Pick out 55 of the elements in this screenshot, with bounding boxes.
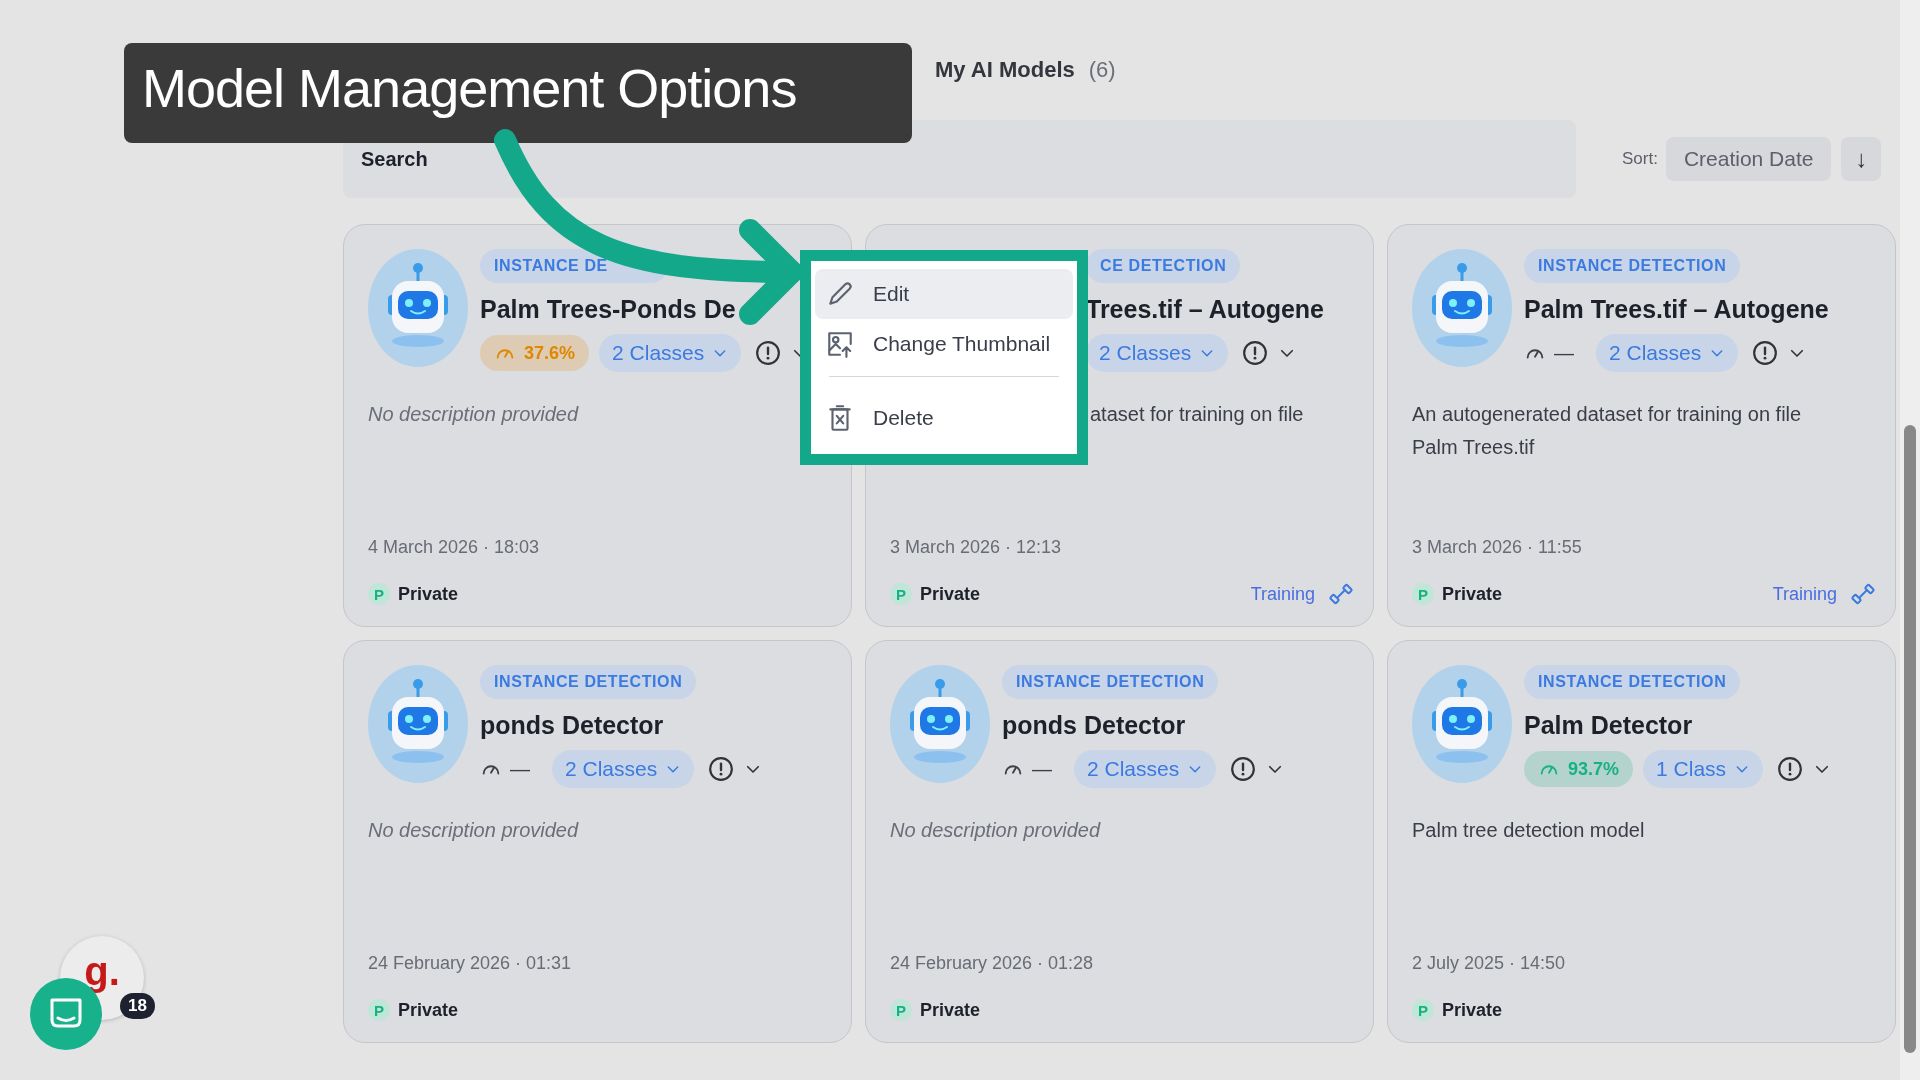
accuracy-value: — — [1032, 757, 1052, 781]
model-type-tag: CE DETECTION — [1086, 249, 1241, 283]
model-card[interactable]: INSTANCE DETECTION ponds Detector — 2 Classes No description provided 24 February 2026 · 01:31 P Private — [343, 640, 852, 1043]
visibility-label: Private — [1442, 999, 1503, 1021]
visibility-badge: P — [890, 583, 912, 605]
visibility-badge: P — [368, 583, 390, 605]
model-type-tag: INSTANCE DETECTION — [1002, 665, 1219, 699]
visibility-badge: P — [368, 999, 390, 1021]
training-status: Training — [1772, 583, 1837, 605]
model-title: Palm Detector — [1524, 711, 1693, 740]
accuracy-value: — — [510, 757, 530, 781]
model-title: ponds Detector — [1002, 711, 1186, 740]
created-date: 24 February 2026 · 01:31 — [368, 953, 573, 974]
model-description: ataset for training on file — [1090, 402, 1304, 427]
menu-item[interactable]: Edit — [815, 269, 1073, 319]
model-count: (6) — [1088, 57, 1116, 83]
created-date: 3 March 2026 · 12:13 — [890, 537, 1063, 558]
visibility-label: Private — [1442, 583, 1503, 605]
model-card[interactable]: INSTANCE DETECTION ponds Detector — 2 Classes No description provided 24 February 2026 · 01:28 P Private — [865, 640, 1374, 1043]
model-type-tag: INSTANCE DETECTION — [480, 665, 697, 699]
model-description: An autogenerated dataset for training on file Palm Trees.tif — [1412, 402, 1803, 460]
model-title: Trees.tif – Autogene — [1086, 295, 1324, 324]
accuracy-value: 93.7% — [1568, 758, 1620, 780]
model-description: No description provided — [368, 818, 580, 843]
created-date: 24 February 2026 · 01:28 — [890, 953, 1095, 974]
sort-direction-button[interactable]: ↓ — [1841, 137, 1882, 181]
visibility-label: Private — [398, 583, 459, 605]
model-card[interactable]: INSTANCE DE Palm Trees-Ponds De 37.6% 2 Classes No description provided 4 March 2026 · 18:03 P Private — [343, 224, 852, 627]
accuracy-value: 37.6% — [524, 342, 576, 364]
sort-label: Sort: — [1622, 149, 1658, 169]
model-title: Palm Trees.tif – Autogene — [1524, 295, 1829, 324]
model-type-tag: INSTANCE DETECTION — [1524, 249, 1741, 283]
model-card[interactable]: INSTANCE DETECTION Palm Trees.tif – Autogene — 2 Classes An autogenerated dataset for training on file Palm Trees.tif 3 March 2026 · 11:55 P Private Training — [1387, 224, 1896, 627]
sort-dropdown[interactable]: Creation Date — [1665, 137, 1832, 181]
model-description: No description provided — [368, 402, 580, 427]
model-card[interactable]: INSTANCE DETECTION Palm Detector 93.7% 1 Class Palm tree detection model 2 July 2025 · 14:50 P Private — [1387, 640, 1896, 1043]
model-title: Palm Trees-Ponds De — [480, 295, 736, 324]
model-title: ponds Detector — [480, 711, 664, 740]
visibility-badge: P — [1412, 583, 1434, 605]
created-date: 4 March 2026 · 18:03 — [368, 537, 541, 558]
annotation-tooltip: Model Management Options — [124, 43, 912, 143]
model-type-tag: INSTANCE DETECTION — [1524, 665, 1741, 699]
training-status: Training — [1250, 583, 1315, 605]
model-description: No description provided — [890, 818, 1102, 843]
created-date: 3 March 2026 · 11:55 — [1412, 537, 1583, 558]
visibility-badge: P — [890, 999, 912, 1021]
accuracy-value: — — [1554, 341, 1574, 365]
visibility-label: Private — [398, 999, 459, 1021]
visibility-badge: P — [1412, 999, 1434, 1021]
created-date: 2 July 2025 · 14:50 — [1412, 953, 1567, 974]
visibility-label: Private — [920, 583, 981, 605]
visibility-label: Private — [920, 999, 981, 1021]
model-description: Palm tree detection model — [1412, 818, 1646, 843]
notification-badge: 18 — [120, 993, 155, 1019]
page-title: My AI Models — [935, 57, 1075, 83]
